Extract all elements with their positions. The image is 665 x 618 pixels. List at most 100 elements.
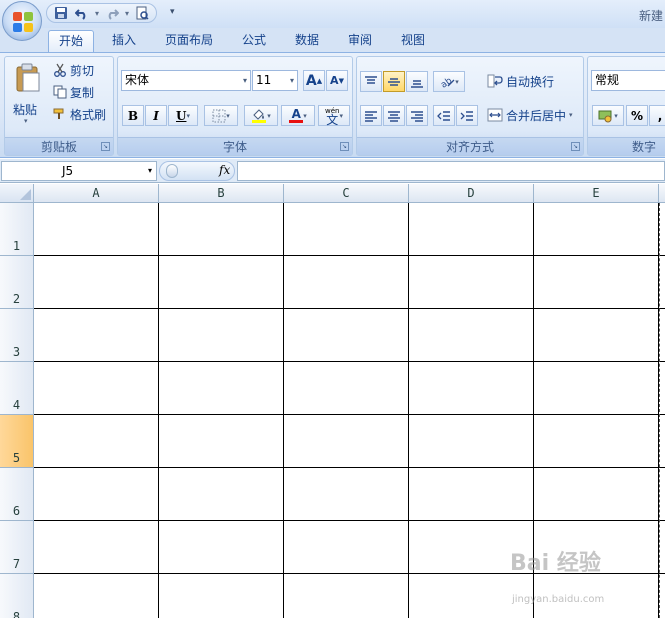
cell-d6[interactable] [409, 468, 534, 521]
cell-a6[interactable] [34, 468, 159, 521]
fill-color-button[interactable]: ▾ [244, 105, 278, 126]
borders-button[interactable]: ▾ [204, 105, 238, 126]
cell-b7[interactable] [159, 521, 284, 574]
cell-a1[interactable] [34, 203, 159, 256]
row-header-5[interactable]: 5 [0, 415, 34, 468]
underline-button[interactable]: U ▾ [168, 105, 198, 126]
align-middle-button[interactable] [383, 71, 405, 92]
font-size-dropdown-icon[interactable]: ▾ [290, 71, 294, 90]
cell-c3[interactable] [284, 309, 409, 362]
cell-c8[interactable] [284, 574, 409, 618]
select-all-button[interactable] [0, 184, 34, 203]
cell-b5[interactable] [159, 415, 284, 468]
column-header-b[interactable]: B [159, 184, 284, 203]
column-header-d[interactable]: D [409, 184, 534, 203]
cell-e2[interactable] [534, 256, 659, 309]
tab-data[interactable]: 数据 [287, 30, 327, 52]
cell-c2[interactable] [284, 256, 409, 309]
percent-style-button[interactable]: % [626, 105, 648, 126]
increase-indent-button[interactable] [456, 105, 478, 126]
format-painter-button[interactable]: 格式刷 [53, 104, 106, 124]
row-header-4[interactable]: 4 [0, 362, 34, 415]
cell-d1[interactable] [409, 203, 534, 256]
row-header-7[interactable]: 7 [0, 521, 34, 574]
decrease-indent-button[interactable] [433, 105, 455, 126]
undo-icon[interactable] [74, 5, 90, 21]
column-header-c[interactable]: C [284, 184, 409, 203]
customize-qat-icon[interactable]: ▾ [170, 7, 175, 17]
cell-b6[interactable] [159, 468, 284, 521]
redo-icon[interactable] [104, 5, 120, 21]
office-button[interactable] [2, 1, 42, 41]
formula-bar-handle[interactable]: fx [159, 161, 235, 181]
cell-b2[interactable] [159, 256, 284, 309]
alignment-dialog-launcher-icon[interactable]: ↘ [571, 142, 580, 151]
wrap-text-button[interactable]: 自动换行 [487, 71, 554, 91]
cell-e1[interactable] [534, 203, 659, 256]
phonetic-guide-button[interactable]: wén 文 ▾ [318, 105, 350, 126]
tab-review[interactable]: 审阅 [340, 30, 380, 52]
accounting-format-button[interactable]: ▾ [592, 105, 624, 126]
print-preview-icon[interactable] [134, 5, 150, 21]
grow-font-button[interactable]: A ▲ [303, 70, 325, 91]
cell-a2[interactable] [34, 256, 159, 309]
font-color-button[interactable]: A ▾ [281, 105, 315, 126]
column-header-e[interactable]: E [534, 184, 659, 203]
copy-button[interactable]: 复制 [53, 82, 94, 102]
align-right-button[interactable] [406, 105, 428, 126]
cell-b8[interactable] [159, 574, 284, 618]
row-header-6[interactable]: 6 [0, 468, 34, 521]
cell-b1[interactable] [159, 203, 284, 256]
font-size-combo[interactable]: 11 ▾ [252, 70, 298, 91]
cell-d5[interactable] [409, 415, 534, 468]
bold-button[interactable]: B [122, 105, 144, 126]
row-header-1[interactable]: 1 [0, 203, 34, 256]
cell-d2[interactable] [409, 256, 534, 309]
merge-center-dropdown-icon[interactable]: ▾ [569, 111, 573, 119]
comma-style-button[interactable]: , [649, 105, 665, 126]
cell-c4[interactable] [284, 362, 409, 415]
formula-input[interactable] [237, 161, 665, 181]
cell-e4[interactable] [534, 362, 659, 415]
column-header-f[interactable] [659, 184, 665, 203]
column-header-a[interactable]: A [34, 184, 159, 203]
paste-dropdown-icon[interactable]: ▾ [24, 117, 28, 125]
align-bottom-button[interactable] [406, 71, 428, 92]
cell-d3[interactable] [409, 309, 534, 362]
number-format-combo[interactable]: 常规 [591, 70, 665, 91]
cell-a3[interactable] [34, 309, 159, 362]
cell-c1[interactable] [284, 203, 409, 256]
cell-c5[interactable] [284, 415, 409, 468]
align-center-button[interactable] [383, 105, 405, 126]
cell-b4[interactable] [159, 362, 284, 415]
cell-a4[interactable] [34, 362, 159, 415]
tab-view[interactable]: 视图 [393, 30, 433, 52]
clipboard-dialog-launcher-icon[interactable]: ↘ [101, 142, 110, 151]
tab-home[interactable]: 开始 [48, 30, 94, 52]
cell-b3[interactable] [159, 309, 284, 362]
italic-button[interactable]: I [145, 105, 167, 126]
font-name-dropdown-icon[interactable]: ▾ [243, 71, 247, 90]
align-left-button[interactable] [360, 105, 382, 126]
cell-a5[interactable] [34, 415, 159, 468]
cell-a7[interactable] [34, 521, 159, 574]
cell-e3[interactable] [534, 309, 659, 362]
cell-e6[interactable] [534, 468, 659, 521]
cell-c6[interactable] [284, 468, 409, 521]
row-header-2[interactable]: 2 [0, 256, 34, 309]
cut-button[interactable]: 剪切 [53, 60, 94, 80]
row-header-8[interactable]: 8 [0, 574, 34, 618]
undo-dropdown-icon[interactable]: ▾ [95, 9, 99, 18]
align-top-button[interactable] [360, 71, 382, 92]
merge-center-button[interactable]: 合并后居中 ▾ [487, 105, 573, 125]
tab-page-layout[interactable]: 页面布局 [157, 30, 221, 52]
paste-button[interactable]: 粘贴 ▾ [11, 61, 45, 129]
shrink-font-button[interactable]: A ▼ [326, 70, 348, 91]
tab-insert[interactable]: 插入 [104, 30, 144, 52]
redo-dropdown-icon[interactable]: ▾ [125, 9, 129, 18]
cell-c7[interactable] [284, 521, 409, 574]
font-dialog-launcher-icon[interactable]: ↘ [340, 142, 349, 151]
name-box-dropdown-icon[interactable]: ▾ [148, 162, 152, 180]
insert-function-icon[interactable]: fx [219, 163, 230, 177]
save-icon[interactable] [53, 5, 69, 21]
